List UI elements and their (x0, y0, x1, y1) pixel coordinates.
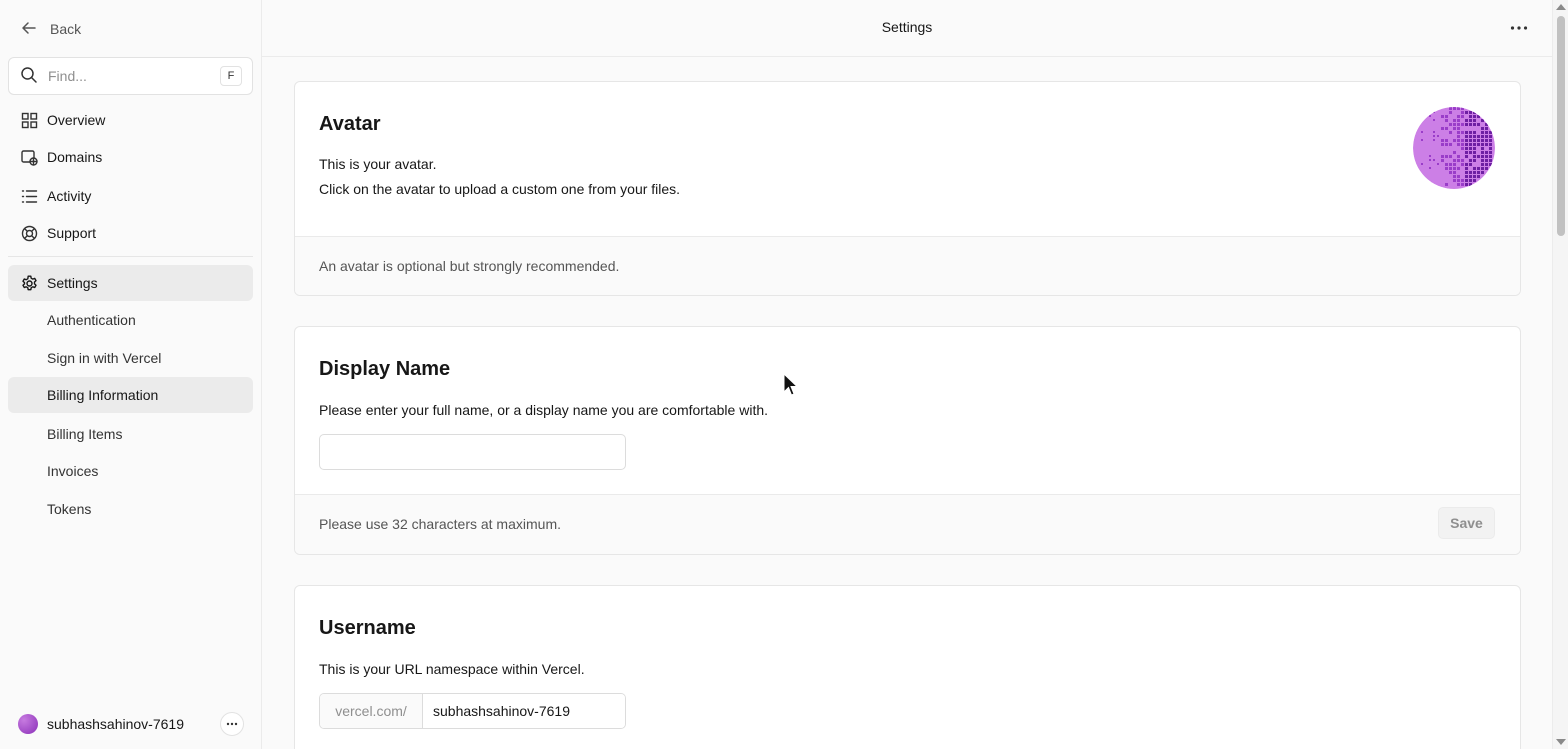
sidebar-item-label: Domains (47, 149, 103, 165)
sidebar-divider (8, 256, 253, 257)
more-options-button[interactable] (1508, 18, 1530, 38)
avatar-card-line1: This is your avatar. (319, 156, 437, 172)
sidebar-item-domains[interactable]: Domains (8, 139, 253, 175)
sidebar-subitem-billing-information[interactable]: Billing Information (8, 377, 253, 413)
page-title: Settings (881, 19, 933, 35)
display-name-footer: Please use 32 characters at maximum. Sav… (295, 494, 1520, 554)
user-menu-button[interactable] (220, 712, 244, 736)
avatar-card-title: Avatar (319, 113, 381, 135)
sidebar-subitem-tokens[interactable]: Tokens (8, 491, 253, 527)
user-account[interactable]: subhashsahinov-7619 (18, 712, 244, 736)
ellipsis-icon (226, 722, 238, 726)
ellipsis-icon (1510, 26, 1528, 30)
sidebar-subitem-invoices[interactable]: Invoices (8, 453, 253, 489)
back-link[interactable]: Back (20, 18, 81, 40)
display-name-title: Display Name (319, 358, 451, 380)
avatar-card-footer: An avatar is optional but strongly recom… (295, 236, 1520, 295)
username-label: subhashsahinov-7619 (47, 716, 184, 732)
scroll-up-arrow-icon[interactable] (1556, 4, 1566, 10)
display-name-footer-note: Please use 32 characters at maximum. (319, 516, 561, 532)
sidebar-subitem-authentication[interactable]: Authentication (8, 302, 253, 338)
avatar-card: Avatar This is your avatar. Click on the… (294, 81, 1521, 296)
avatar (18, 714, 38, 734)
page-scrollbar[interactable] (1552, 0, 1568, 749)
sidebar-item-label: Settings (47, 275, 98, 291)
sidebar-item-support[interactable]: Support (8, 215, 253, 251)
search-box[interactable]: F (8, 57, 253, 95)
top-header: Settings (262, 0, 1552, 57)
display-name-input[interactable] (319, 434, 626, 470)
grid-icon (20, 111, 38, 129)
avatar-image (1413, 107, 1495, 189)
search-input[interactable] (48, 68, 208, 84)
avatar-card-line2: Click on the avatar to upload a custom o… (319, 181, 681, 197)
search-shortcut-key: F (220, 66, 242, 86)
username-field: vercel.com/ (319, 693, 626, 729)
display-name-card: Display Name Please enter your full name… (294, 326, 1521, 555)
sidebar-subitem-billing-items[interactable]: Billing Items (8, 416, 253, 452)
sidebar-item-settings[interactable]: Settings (8, 265, 253, 301)
save-button[interactable]: Save (1438, 507, 1495, 539)
sidebar: Back F Overview Domains Activity Support (0, 0, 262, 749)
username-input[interactable] (423, 694, 625, 728)
username-card: Username This is your URL namespace with… (294, 585, 1521, 749)
search-icon (20, 66, 38, 87)
back-label: Back (50, 21, 82, 37)
sidebar-item-label: Support (47, 225, 97, 241)
username-prefix: vercel.com/ (320, 694, 423, 728)
list-icon (20, 187, 38, 205)
display-name-description: Please enter your full name, or a displa… (319, 402, 769, 418)
lifebuoy-icon (20, 224, 38, 242)
username-title: Username (319, 617, 416, 639)
username-description: This is your URL namespace within Vercel… (319, 661, 585, 677)
sidebar-item-overview[interactable]: Overview (8, 102, 253, 138)
scrollbar-thumb[interactable] (1557, 16, 1565, 236)
gear-icon (20, 274, 38, 292)
sidebar-subitem-sign-in-with-vercel[interactable]: Sign in with Vercel (8, 340, 253, 376)
globe-window-icon (20, 148, 38, 166)
sidebar-item-label: Activity (47, 188, 92, 204)
sidebar-item-activity[interactable]: Activity (8, 178, 253, 214)
avatar-upload-button[interactable] (1413, 107, 1495, 189)
avatar-card-footer-note: An avatar is optional but strongly recom… (319, 258, 620, 274)
scroll-down-arrow-icon[interactable] (1556, 739, 1566, 745)
arrow-left-icon (20, 19, 38, 40)
sidebar-item-label: Overview (47, 112, 106, 128)
